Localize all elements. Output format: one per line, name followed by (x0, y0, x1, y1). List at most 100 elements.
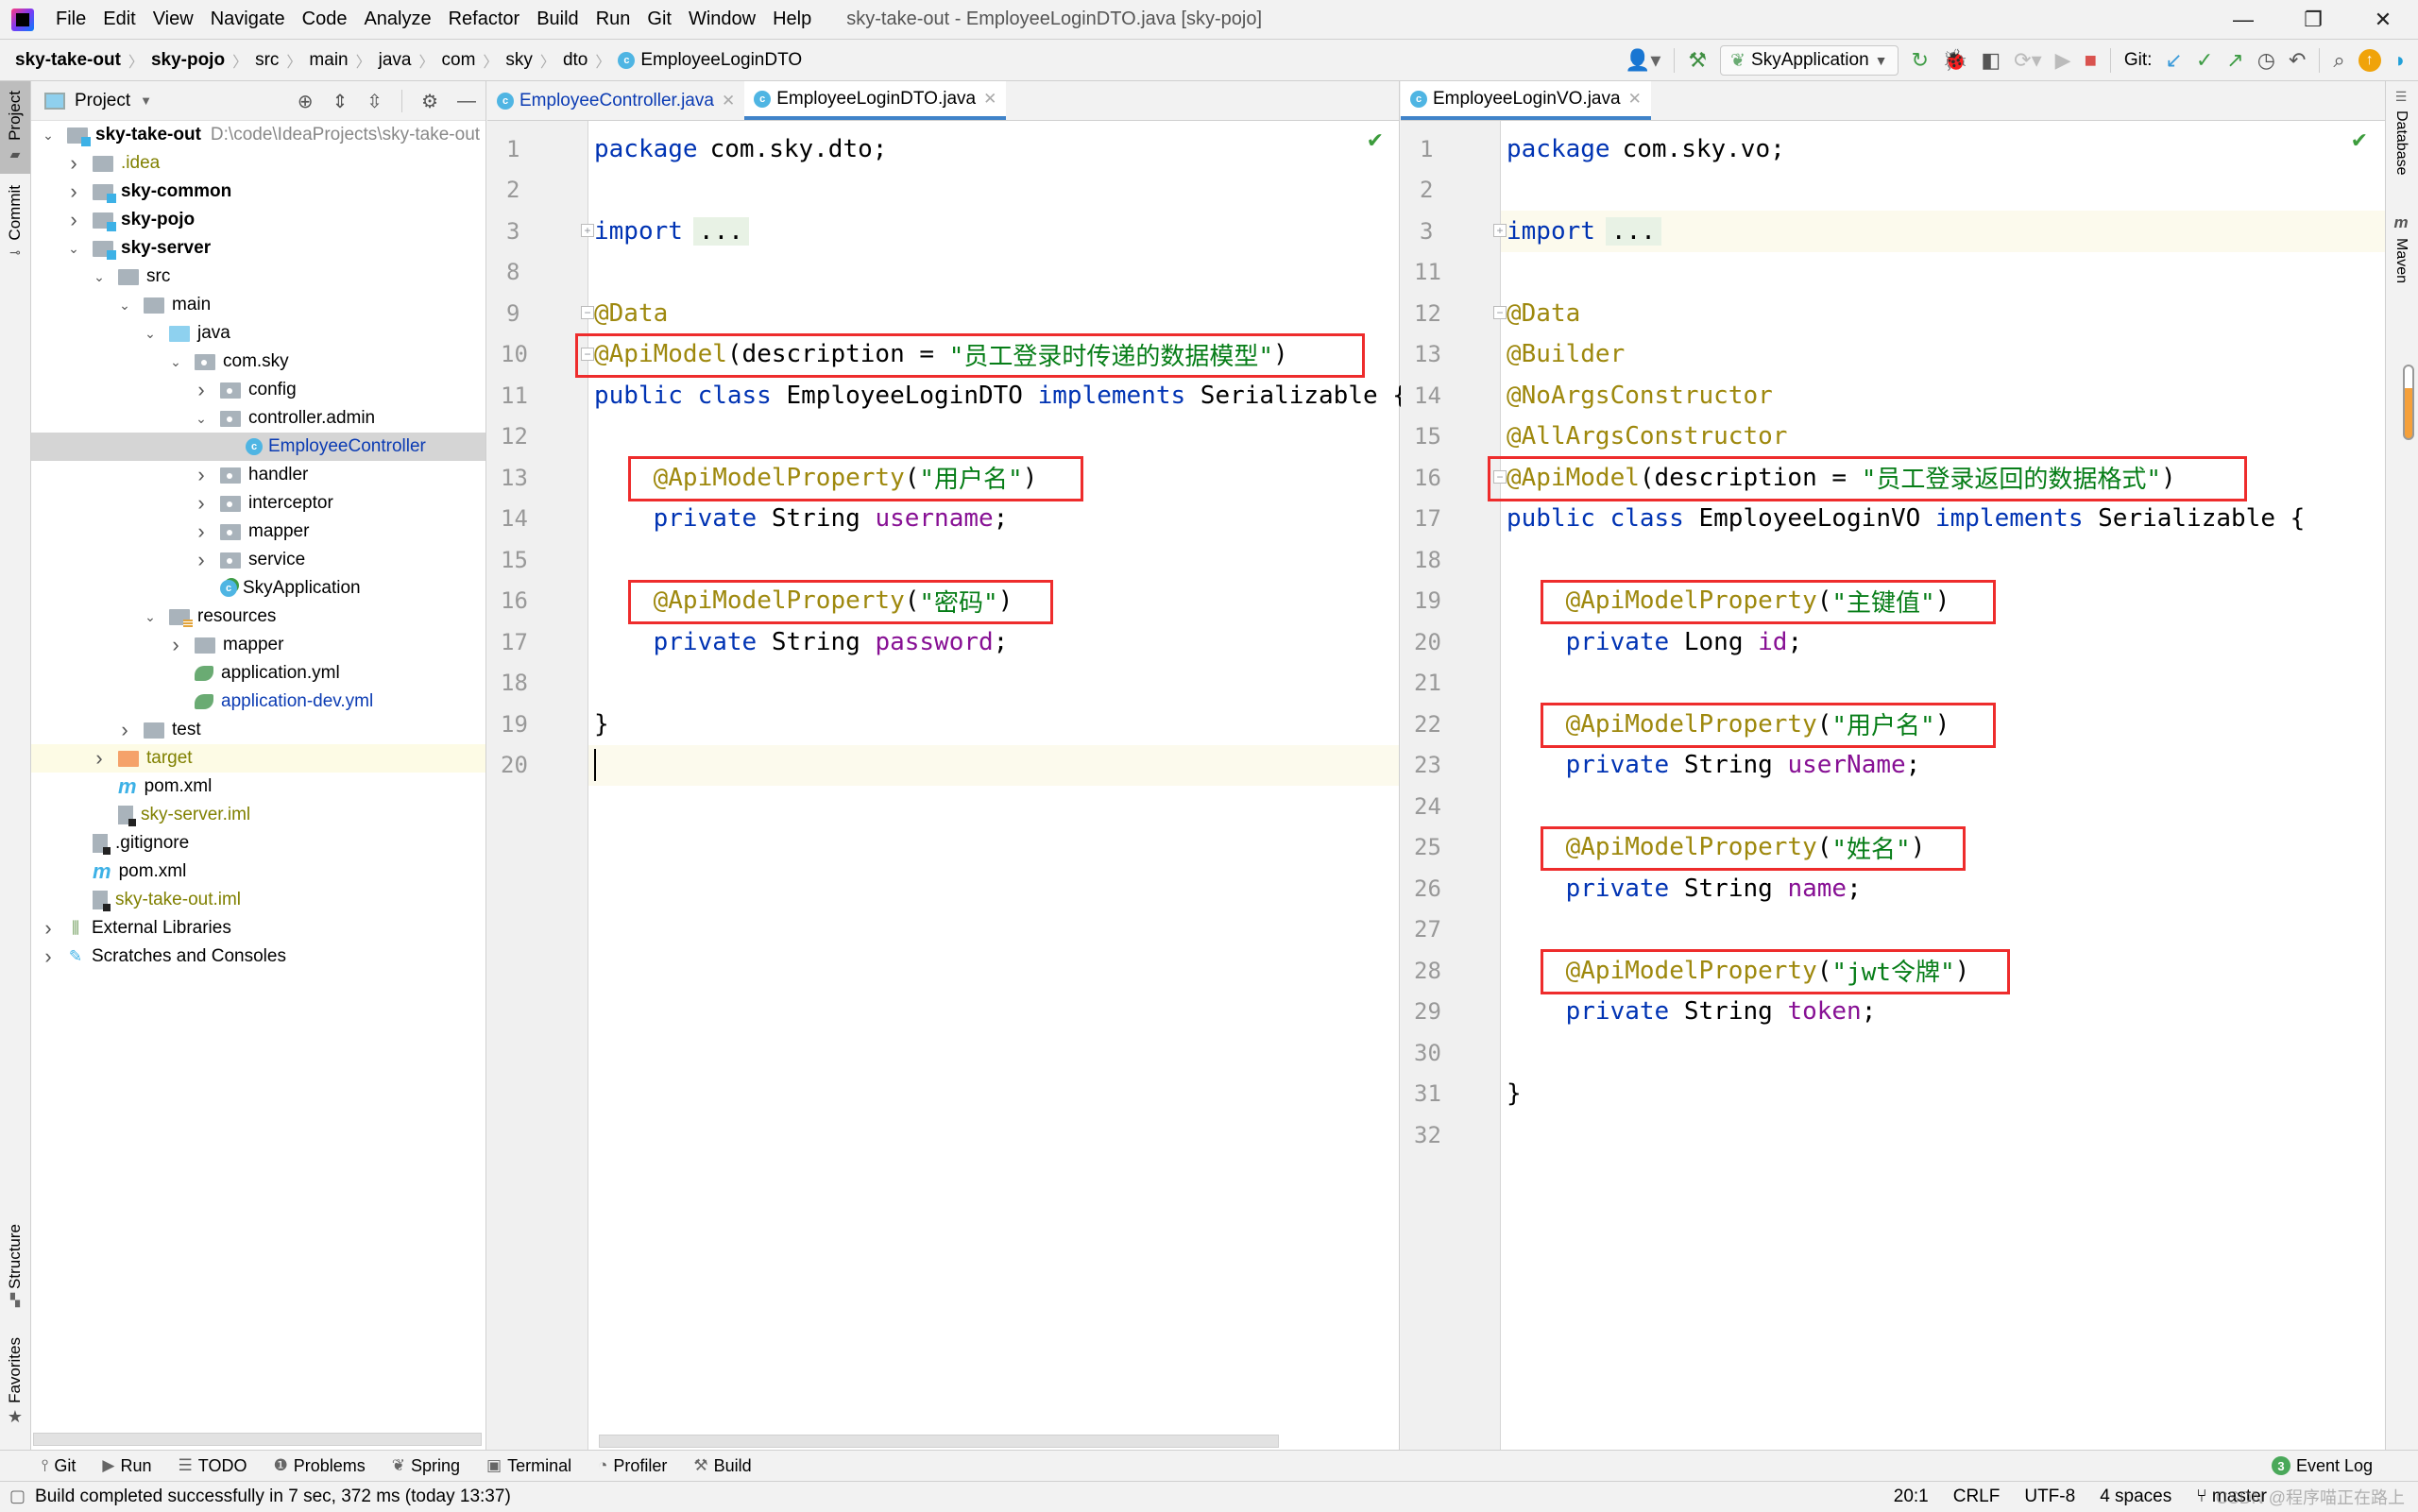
close-tab-icon[interactable]: ✕ (983, 90, 996, 109)
code-line[interactable] (1501, 663, 2385, 705)
chevron-right-icon[interactable]: › (194, 463, 209, 487)
code-line[interactable]: package com.sky.dto; (588, 128, 1399, 170)
git-commit-icon[interactable]: ✓ (2196, 50, 2213, 71)
code-line[interactable]: import... (588, 211, 1399, 252)
editor-tab[interactable]: c EmployeeLoginDTO.java ✕ (744, 81, 1007, 120)
debug-icon[interactable]: 🐞 (1942, 50, 1967, 71)
menu-build[interactable]: Build (528, 8, 587, 30)
code-line[interactable]: private String password; (588, 621, 1399, 663)
run-with-coverage-icon[interactable]: ◧ (1981, 50, 2001, 71)
code-line[interactable]: @ApiModelProperty("密码") (588, 581, 1399, 622)
code-line[interactable]: @Builder (1501, 334, 2385, 376)
menu-window[interactable]: Window (680, 8, 764, 30)
code-line[interactable]: } (588, 704, 1399, 745)
code-line[interactable]: @ApiModelProperty("用户名") (1501, 704, 2385, 745)
menu-analyze[interactable]: Analyze (355, 8, 439, 30)
line-separator[interactable]: CRLF (1953, 1487, 2001, 1507)
tree-item[interactable]: › handler (31, 461, 485, 489)
git-push-icon[interactable]: ↗ (2226, 50, 2243, 71)
status-message[interactable]: Build completed successfully in 7 sec, 3… (35, 1487, 511, 1507)
menu-git[interactable]: Git (639, 8, 680, 30)
chevron-right-icon[interactable]: › (194, 519, 209, 544)
breadcrumb-item[interactable]: sky-take-out (15, 50, 121, 71)
chevron-down-icon[interactable]: ▼ (140, 93, 152, 108)
expand-fold-icon[interactable]: + (1493, 224, 1507, 237)
update-icon[interactable]: ↑ (2358, 49, 2381, 72)
tool-tab-database[interactable]: ☰ Database (2386, 89, 2416, 202)
code-line[interactable]: public class EmployeeLoginVO implements … (1501, 499, 2385, 540)
chevron-right-icon[interactable]: › (41, 944, 56, 969)
code-line[interactable] (588, 539, 1399, 581)
tree-item[interactable]: ⌄ sky-take-out D:\code\IdeaProjects\sky-ta… (31, 121, 485, 149)
code-area[interactable]: package com.sky.dto; import... @Data @ApiMod… (588, 121, 1407, 1450)
code-line[interactable]: @AllArgsConstructor (1501, 416, 2385, 458)
code-line[interactable]: private String name; (1501, 868, 2385, 909)
chevron-down-icon[interactable]: ⌄ (117, 297, 132, 314)
memory-indicator[interactable] (2403, 365, 2414, 440)
code-line[interactable] (1501, 786, 2385, 827)
tree-item[interactable]: sky-server.iml (31, 801, 485, 829)
collapse-fold-icon[interactable]: − (581, 306, 594, 319)
menu-help[interactable]: Help (764, 8, 820, 30)
code-line[interactable]: @ApiModelProperty("主键值") (1501, 581, 2385, 622)
tree-item[interactable]: ⌄ src (31, 263, 485, 291)
close-window-button[interactable]: ✕ (2348, 0, 2418, 40)
menu-file[interactable]: File (47, 8, 94, 30)
code-line[interactable]: @Data (588, 293, 1399, 334)
chevron-right-icon[interactable]: › (66, 208, 81, 232)
chevron-right-icon[interactable]: › (194, 548, 209, 572)
code-line[interactable] (588, 744, 1399, 786)
code-line[interactable]: @Data (1501, 293, 2385, 334)
tree-item[interactable]: c EmployeeController (31, 433, 485, 461)
folded-imports[interactable]: ... (692, 216, 749, 246)
tool-tab-favorites[interactable]: Favorites ★ (0, 1337, 30, 1441)
tree-item[interactable]: ⌄ sky-server (31, 234, 485, 263)
chevron-down-icon[interactable]: ⌄ (143, 609, 158, 625)
collapse-fold-icon[interactable]: − (581, 347, 594, 361)
tool-window-spring[interactable]: ❦ Spring (392, 1456, 460, 1476)
collapse-fold-icon[interactable]: − (1493, 306, 1507, 319)
tree-item[interactable]: › mapper (31, 631, 485, 659)
code-line[interactable] (1501, 1032, 2385, 1074)
code-line[interactable]: import... (1501, 211, 2385, 252)
status-toggle-icon[interactable]: ▢ (9, 1487, 26, 1506)
code-line[interactable]: private Long id; (1501, 621, 2385, 663)
close-tab-icon[interactable]: ✕ (1628, 90, 1642, 109)
profile-icon[interactable]: ⟳▾ (2014, 50, 2041, 71)
menu-navigate[interactable]: Navigate (202, 8, 294, 30)
folded-imports[interactable]: ... (1605, 216, 1661, 246)
tree-item[interactable]: › ⫼ External Libraries (31, 914, 485, 943)
stop-icon[interactable]: ■ (2085, 50, 2097, 71)
code-line[interactable] (1501, 170, 2385, 212)
code-line[interactable] (1501, 252, 2385, 294)
tool-tab-commit[interactable]: Commit ⊸ (0, 185, 30, 280)
code-line[interactable] (588, 252, 1399, 294)
code-line[interactable]: @ApiModel (description = "员工登录时传递的数据模型") (588, 334, 1399, 376)
tool-window-run[interactable]: ▶ Run (102, 1456, 151, 1476)
code-line[interactable] (588, 170, 1399, 212)
chevron-down-icon[interactable]: ⌄ (92, 269, 107, 285)
tree-item[interactable]: ⌄ main (31, 291, 485, 319)
menu-edit[interactable]: Edit (94, 8, 144, 30)
tree-item[interactable]: ⌄ java (31, 319, 485, 348)
tree-item[interactable]: › target (31, 744, 485, 773)
code-line[interactable]: @ApiModelProperty("用户名") (588, 457, 1399, 499)
breadcrumb-item[interactable]: main (309, 50, 348, 71)
collapse-all-icon[interactable]: ⇳ (366, 90, 383, 113)
horizontal-scrollbar[interactable] (599, 1435, 1279, 1448)
breadcrumb-item[interactable]: sky (505, 50, 533, 71)
tree-item[interactable]: ⌄ controller.admin (31, 404, 485, 433)
code-area[interactable]: package com.sky.vo; import... @Data @Builder… (1501, 121, 2385, 1450)
code-line[interactable] (1501, 539, 2385, 581)
git-update-icon[interactable]: ↙ (2165, 50, 2182, 71)
locate-file-icon[interactable]: ⊕ (298, 90, 314, 113)
expand-fold-icon[interactable]: + (581, 224, 594, 237)
chevron-down-icon[interactable]: ⌄ (41, 127, 56, 144)
restore-button[interactable]: ❐ (2278, 0, 2348, 40)
horizontal-scrollbar[interactable] (33, 1433, 482, 1446)
breadcrumb-item[interactable]: src (255, 50, 279, 71)
tree-item[interactable]: › service (31, 546, 485, 574)
tree-item[interactable]: › config (31, 376, 485, 404)
code-line[interactable]: public class EmployeeLoginDTO implements… (588, 375, 1407, 416)
chevron-right-icon[interactable]: › (41, 916, 56, 941)
